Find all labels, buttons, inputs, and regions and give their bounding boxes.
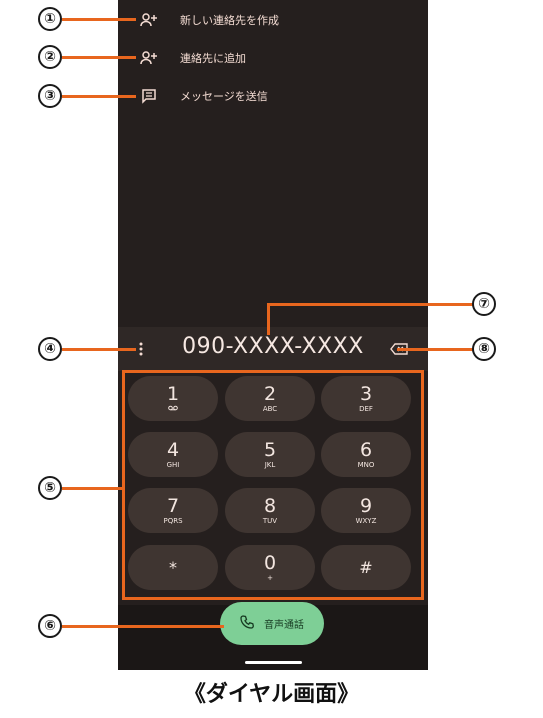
callout-line-7-drop <box>267 303 270 335</box>
callout-line-2 <box>62 56 136 59</box>
callout-7: ⑦ <box>472 292 496 316</box>
phone-icon <box>240 614 254 633</box>
callout-1: ① <box>38 7 62 31</box>
voice-call-button[interactable]: 音声通話 <box>220 602 324 645</box>
callout-8: ⑧ <box>472 337 496 361</box>
callout-5: ⑤ <box>38 476 62 500</box>
callout-line-5 <box>62 487 124 490</box>
add-person-icon <box>140 49 158 67</box>
add-person-icon <box>140 11 158 29</box>
create-contact-label: 新しい連絡先を作成 <box>180 14 279 27</box>
callout-line-4 <box>62 348 136 351</box>
create-contact-item[interactable]: 新しい連絡先を作成 <box>140 8 279 32</box>
keypad-highlight-frame <box>122 370 424 600</box>
add-to-contact-label: 連絡先に追加 <box>180 52 246 65</box>
message-icon <box>140 87 158 105</box>
callout-2: ② <box>38 45 62 69</box>
callout-6: ⑥ <box>38 614 62 638</box>
callout-line-6 <box>62 625 224 628</box>
callout-line-8 <box>397 348 473 351</box>
callout-3: ③ <box>38 84 62 108</box>
send-message-label: メッセージを送信 <box>180 90 268 103</box>
phone-number-display[interactable]: 090-XXXX-XXXX <box>118 334 428 359</box>
callout-line-1 <box>62 18 136 21</box>
home-indicator[interactable] <box>245 661 302 664</box>
send-message-item[interactable]: メッセージを送信 <box>140 84 268 108</box>
callout-line-7 <box>267 303 473 306</box>
figure-caption: 《ダイヤル画面》 <box>183 682 360 707</box>
add-to-contact-item[interactable]: 連絡先に追加 <box>140 46 246 70</box>
voice-call-label: 音声通話 <box>264 620 304 631</box>
callout-4: ④ <box>38 337 62 361</box>
callout-line-3 <box>62 95 136 98</box>
